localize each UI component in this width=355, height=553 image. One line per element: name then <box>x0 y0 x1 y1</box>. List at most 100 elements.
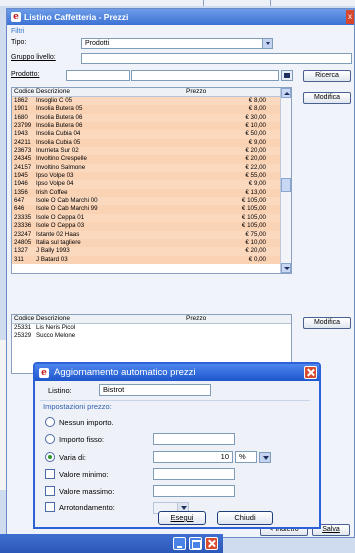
close-icon[interactable] <box>205 537 218 550</box>
valore-minimo-field[interactable] <box>153 468 235 480</box>
prodotto-link[interactable]: Prodotto: <box>11 71 39 78</box>
minimized-window-titlebar[interactable] <box>0 534 223 553</box>
cell-codice: 23336 <box>14 222 32 230</box>
cell-prezzo: € 20,00 <box>245 155 266 163</box>
cell-codice: 24211 <box>14 138 31 146</box>
chevron-down-icon[interactable] <box>262 39 272 48</box>
scroll-up-icon[interactable] <box>281 88 291 98</box>
grid-header: Codice Descrizione Prezzo <box>12 315 291 324</box>
cell-descrizione: Lis Neris Picol <box>36 324 76 331</box>
cell-prezzo <box>184 332 268 340</box>
filters-section-label: Filtri <box>11 28 25 35</box>
table-row[interactable]: 1901 Insolia Butera 05 € 8,00 <box>12 105 291 114</box>
cell-prezzo: € 20,00 <box>245 147 266 155</box>
checkbox-valore-minimo[interactable] <box>45 469 55 479</box>
modifica-button-2[interactable]: Modifica <box>303 317 351 329</box>
cell-descrizione: Insolia Cubia 05 <box>36 138 81 146</box>
table-row[interactable]: 1327 J Bally 1993 € 20,00 <box>12 247 291 256</box>
cell-prezzo: € 13,00 <box>245 188 266 196</box>
cell-prezzo: € 10,00 <box>245 122 266 130</box>
cell-descrizione: Ipso Volpe 03 <box>36 172 74 180</box>
background-divider <box>270 0 271 6</box>
chiudi-button[interactable]: Chiudi <box>217 511 273 525</box>
table-row[interactable]: 23799 Insolia Butera 06 € 10,00 <box>12 122 291 131</box>
window-titlebar: e Listino Caffetteria - Prezzi x <box>7 9 354 25</box>
cell-prezzo: € 50,00 <box>245 130 266 138</box>
table-row[interactable]: 1862 Insoglio C 05 € 8,00 <box>12 97 291 106</box>
cell-descrizione: Involtino Salmone <box>36 163 86 171</box>
close-icon[interactable] <box>304 366 317 379</box>
scroll-down-icon[interactable] <box>281 263 291 273</box>
header-descrizione: Descrizione <box>36 315 70 322</box>
cell-descrizione: J Bally 1993 <box>36 247 70 255</box>
lookup-icon[interactable] <box>281 70 293 81</box>
cell-descrizione: Insolia Butera 06 <box>36 113 83 121</box>
cell-descrizione: Isole O Ceppa 03 <box>36 222 85 230</box>
listino-field[interactable]: Bistrot <box>99 384 211 396</box>
prodotto-code-field[interactable] <box>66 70 130 81</box>
table-row[interactable]: 1946 Ipso Volpe 04 € 9,00 <box>12 180 291 189</box>
table-row[interactable]: 25331 Lis Neris Picol <box>12 324 291 332</box>
table-row[interactable]: 24805 Italia sul tagliere € 10,00 <box>12 238 291 248</box>
cell-descrizione: Inurrieta Sur 02 <box>36 147 79 155</box>
table-row[interactable]: 25329 Succo Melone <box>12 332 291 340</box>
tipo-select[interactable]: Prodotti <box>81 38 273 49</box>
table-row[interactable]: 23336 Isole O Ceppa 03 € 105,00 <box>12 222 291 231</box>
table-row[interactable]: 24345 Involtino Crespelle € 20,00 <box>12 155 291 164</box>
table-row[interactable]: 647 Isole O Cab Marchi 00 € 105,00 <box>12 197 291 206</box>
table-row[interactable]: 1943 Insolia Cubia 04 € 50,00 <box>12 130 291 139</box>
close-icon[interactable]: x <box>346 10 354 24</box>
valore-massimo-field[interactable] <box>153 485 235 497</box>
grid-scrollbar[interactable] <box>280 88 291 273</box>
table-row[interactable]: 311 J Batard 03 € 0,00 <box>12 255 291 264</box>
gruppo-livello-field[interactable] <box>81 53 352 64</box>
minimize-icon[interactable] <box>173 537 186 550</box>
prices-grid[interactable]: Codice Descrizione Prezzo 1862 Insoglio C… <box>11 87 292 274</box>
varia-unit-select[interactable]: % <box>235 451 257 463</box>
cell-codice: 1945 <box>14 172 28 180</box>
cell-prezzo <box>184 324 268 332</box>
cell-prezzo: € 20,00 <box>245 247 266 255</box>
table-row[interactable]: 24157 Involtino Salmone € 22,00 <box>12 163 291 173</box>
table-row[interactable]: 23247 Istante 02 Haas € 75,00 <box>12 230 291 239</box>
header-descrizione: Descrizione <box>36 88 70 95</box>
scroll-thumb[interactable] <box>281 178 291 192</box>
table-row[interactable]: 1356 Irish Coffee € 13,00 <box>12 188 291 198</box>
cell-descrizione: Insolia Butera 05 <box>36 105 83 113</box>
cell-descrizione: Succo Melone <box>36 332 76 340</box>
cell-descrizione: Ipso Volpe 04 <box>36 180 74 188</box>
checkbox-valore-massimo[interactable] <box>45 486 55 496</box>
modifica-button[interactable]: Modifica <box>303 92 351 104</box>
table-row[interactable]: 23673 Inurrieta Sur 02 € 20,00 <box>12 147 291 156</box>
checkbox-arrotondamento[interactable] <box>45 502 55 512</box>
cell-prezzo: € 0,00 <box>248 255 266 263</box>
importo-fisso-field[interactable] <box>153 433 235 445</box>
radio-nessun-importo[interactable] <box>45 417 55 427</box>
table-row[interactable]: 24211 Insolia Cubia 05 € 9,00 <box>12 138 291 148</box>
cell-descrizione: Insoglio C 05 <box>36 97 73 104</box>
price-settings-label: Impostazioni prezzo: <box>43 402 112 411</box>
table-row[interactable]: 1680 Insolia Butera 06 € 30,00 <box>12 113 291 123</box>
cell-descrizione: Insolia Cubia 04 <box>36 130 81 138</box>
table-row[interactable]: 646 Isole O Cab Marchi 99 € 105,00 <box>12 205 291 214</box>
header-codice: Codice <box>14 315 35 322</box>
importo-fisso-label: Importo fisso: <box>59 435 105 444</box>
cell-codice: 23335 <box>14 213 32 221</box>
chevron-down-icon[interactable] <box>259 452 271 463</box>
window-title: Listino Caffetteria - Prezzi <box>24 12 129 22</box>
cell-prezzo: € 22,00 <box>245 163 266 171</box>
ricerca-button[interactable]: Ricerca <box>303 70 351 82</box>
gruppo-livello-link[interactable]: Gruppo livello: <box>11 54 56 61</box>
cell-descrizione: Insolia Butera 06 <box>36 122 83 130</box>
cell-codice: 1680 <box>14 113 28 121</box>
maximize-icon[interactable] <box>189 537 202 550</box>
table-row[interactable]: 23335 Isole O Ceppa 01 € 105,00 <box>12 213 291 223</box>
cell-prezzo: € 9,00 <box>248 138 266 146</box>
radio-varia-di[interactable] <box>45 452 55 462</box>
radio-importo-fisso[interactable] <box>45 434 55 444</box>
table-row[interactable]: 1945 Ipso Volpe 03 € 55,00 <box>12 172 291 181</box>
cell-descrizione: Isole O Cab Marchi 99 <box>36 205 98 213</box>
varia-di-field[interactable]: 10 <box>153 451 233 463</box>
prodotto-desc-field[interactable] <box>131 70 279 81</box>
esegui-button[interactable]: Esegui <box>158 511 206 525</box>
